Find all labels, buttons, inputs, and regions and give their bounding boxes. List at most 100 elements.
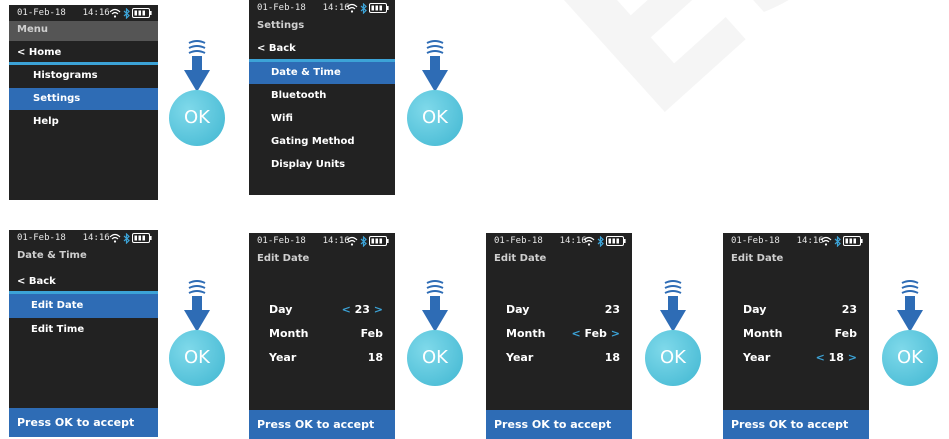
day-row[interactable]: Day < 23 > [269,303,383,321]
decrement-arrow[interactable]: < [816,351,825,364]
bluetooth-icon [360,2,367,14]
screen-settings: 01-Feb-18 14:16 Settings < Back Date & T… [249,0,395,195]
year-label: Year [506,351,534,364]
month-row[interactable]: Month Feb [269,327,383,345]
battery-icon [369,3,389,13]
day-row[interactable]: Day 23 [506,303,620,321]
menu-item-settings[interactable]: Settings [9,88,158,110]
wifi-icon [346,3,358,13]
screen-menu: 01-Feb-18 14:16 Menu < Home Histograms S… [9,5,158,200]
day-label: Day [506,303,530,316]
status-date: 01-Feb-18 [17,233,66,243]
bluetooth-icon [360,235,367,247]
month-value: Feb [834,327,857,340]
ok-button[interactable]: OK [169,90,225,146]
ok-step-5: OK [645,278,709,388]
status-bar: 01-Feb-18 14:16 [249,233,395,249]
wifi-icon [346,236,358,246]
year-row[interactable]: Year 18 [269,351,383,369]
back-button[interactable]: < Back [249,38,395,60]
day-stepper[interactable]: < 23 > [342,303,383,316]
wifi-icon [820,236,832,246]
ok-step-4: OK [407,278,471,388]
ok-step-2: OK [407,38,471,148]
month-row[interactable]: Month < Feb > [506,327,620,345]
status-bar: 01-Feb-18 14:16 [9,230,158,246]
status-date: 01-Feb-18 [17,8,66,18]
screen-date-time: 01-Feb-18 14:16 Date & Time < Back Edit … [9,230,158,437]
day-row[interactable]: Day 23 [743,303,857,321]
month-label: Month [269,327,309,340]
bluetooth-icon [834,235,841,247]
year-row[interactable]: Year 18 [506,351,620,369]
signal-icon [188,40,206,54]
battery-icon [132,8,152,18]
month-value: Feb [584,327,607,340]
back-button[interactable]: < Home [9,42,158,64]
year-label: Year [269,351,297,364]
ok-button[interactable]: OK [407,330,463,386]
ok-button[interactable]: OK [169,330,225,386]
decrement-arrow[interactable]: < [571,327,580,340]
menu-item-bluetooth[interactable]: Bluetooth [249,85,395,107]
menu-item-histograms[interactable]: Histograms [9,65,158,87]
footer-hint: Press OK to accept [486,410,632,439]
screen-title: Edit Date [257,253,310,264]
signal-icon [188,280,206,294]
battery-icon [132,233,152,243]
month-value: Feb [360,327,383,340]
status-bar: 01-Feb-18 14:16 [486,233,632,249]
menu-item-gating-method[interactable]: Gating Method [249,131,395,153]
footer-hint: Press OK to accept [723,410,869,439]
screen-edit-date-month: 01-Feb-18 14:16 Edit Date Day 23 Month <… [486,233,632,439]
menu-item-wifi[interactable]: Wifi [249,108,395,130]
month-label: Month [506,327,546,340]
increment-arrow[interactable]: > [611,327,620,340]
increment-arrow[interactable]: > [848,351,857,364]
menu-item-display-units[interactable]: Display Units [249,154,395,176]
status-date: 01-Feb-18 [494,236,543,246]
status-date: 01-Feb-18 [257,3,306,13]
menu-item-date-time[interactable]: Date & Time [249,62,395,84]
menu-item-edit-time[interactable]: Edit Time [9,319,158,341]
screen-title: Date & Time [17,250,87,261]
ok-button[interactable]: OK [407,90,463,146]
bluetooth-icon [123,232,130,244]
signal-icon [901,280,919,294]
day-label: Day [743,303,767,316]
screen-title: Edit Date [494,253,547,264]
ok-step-3: OK [169,278,233,388]
ok-button[interactable]: OK [882,330,938,386]
decrement-arrow[interactable]: < [342,303,351,316]
month-stepper[interactable]: < Feb > [571,327,620,340]
day-value: 23 [354,303,370,316]
back-button[interactable]: < Back [9,271,158,293]
year-stepper[interactable]: < 18 > [816,351,857,364]
ok-step-6: OK [882,278,946,388]
month-row[interactable]: Month Feb [743,327,857,345]
menu-item-help[interactable]: Help [9,111,158,133]
year-value: 18 [828,351,844,364]
month-label: Month [743,327,783,340]
screen-title: Settings [257,20,305,31]
footer-hint: Press OK to accept [249,410,395,439]
title-bar: Menu [9,21,158,41]
signal-icon [664,280,682,294]
screen-edit-date-day: 01-Feb-18 14:16 Edit Date Day < 23 > Mon… [249,233,395,439]
year-row[interactable]: Year < 18 > [743,351,857,369]
increment-arrow[interactable]: > [374,303,383,316]
day-value: 23 [841,303,857,316]
day-value: 23 [604,303,620,316]
wifi-icon [109,8,121,18]
ok-button[interactable]: OK [645,330,701,386]
wifi-icon [109,233,121,243]
status-time: 14:16 [82,233,110,243]
screen-edit-date-year: 01-Feb-18 14:16 Edit Date Day 23 Month F… [723,233,869,439]
status-date: 01-Feb-18 [731,236,780,246]
menu-item-edit-date[interactable]: Edit Date [9,294,158,318]
battery-icon [843,236,863,246]
status-date: 01-Feb-18 [257,236,306,246]
status-time: 14:16 [82,8,110,18]
year-value: 18 [367,351,383,364]
watermark: ESCHER S [520,0,949,162]
